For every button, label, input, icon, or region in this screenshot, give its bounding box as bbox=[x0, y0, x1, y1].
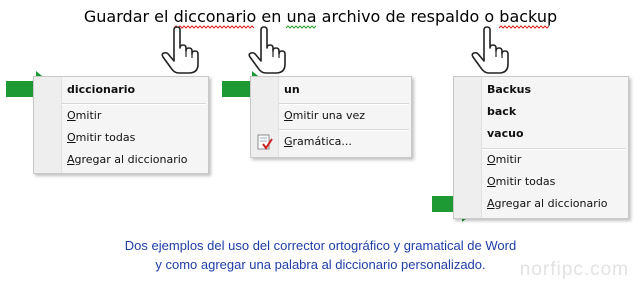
ignore-all-item[interactable]: Omitir todas bbox=[67, 128, 202, 148]
word-de: de bbox=[385, 7, 406, 26]
menu-separator bbox=[279, 129, 409, 131]
menu-separator bbox=[62, 103, 206, 105]
word-guardar: Guardar bbox=[83, 7, 150, 26]
word-respaldo: respaldo bbox=[410, 7, 480, 26]
menu-separator bbox=[279, 103, 409, 105]
spelling-context-menu-1: diccionario Omitir Omitir todas Agregar … bbox=[33, 76, 209, 174]
suggestion-item[interactable]: Backus bbox=[487, 80, 622, 100]
word-en: en bbox=[261, 7, 282, 26]
suggestion-item[interactable]: un bbox=[284, 80, 405, 100]
menu-icon-gutter bbox=[454, 77, 482, 218]
suggestion-item[interactable]: diccionario bbox=[67, 80, 202, 100]
ignore-item[interactable]: Omitir bbox=[487, 150, 622, 170]
add-to-dictionary-item[interactable]: Agregar al diccionario bbox=[487, 194, 622, 214]
ignore-all-item[interactable]: Omitir todas bbox=[487, 172, 622, 192]
watermark: norfipc.com bbox=[519, 259, 629, 280]
word-una-grammar[interactable]: una bbox=[286, 7, 317, 29]
word-o: o bbox=[484, 7, 495, 26]
word-el: el bbox=[154, 7, 169, 26]
caption-line-1: Dos ejemplos del uso del corrector ortog… bbox=[124, 238, 517, 253]
word-dicconario-misspelled[interactable]: dicconario bbox=[173, 7, 256, 29]
suggestion-item[interactable]: vacuo bbox=[487, 124, 622, 144]
grammar-context-menu: un Omitir una vez Gramática... bbox=[250, 76, 412, 158]
suggestion-item[interactable]: back bbox=[487, 102, 622, 122]
document-sentence: Guardar el dicconario en una archivo de … bbox=[0, 7, 641, 29]
hand-pointer-icon bbox=[248, 26, 286, 74]
spelling-context-menu-2: Backus back vacuo Omitir Omitir todas Ag… bbox=[453, 76, 629, 219]
ignore-item[interactable]: Omitir bbox=[67, 106, 202, 126]
word-archivo: archivo bbox=[321, 7, 381, 26]
grammar-item[interactable]: Gramática... bbox=[284, 132, 405, 152]
add-to-dictionary-item[interactable]: Agregar al diccionario bbox=[67, 150, 202, 170]
grammar-check-icon bbox=[257, 134, 273, 150]
hand-pointer-icon bbox=[161, 26, 199, 74]
hand-pointer-icon bbox=[471, 26, 509, 74]
menu-icon-gutter bbox=[34, 77, 62, 173]
word-backup-misspelled[interactable]: backup bbox=[499, 7, 557, 29]
ignore-once-item[interactable]: Omitir una vez bbox=[284, 106, 405, 126]
